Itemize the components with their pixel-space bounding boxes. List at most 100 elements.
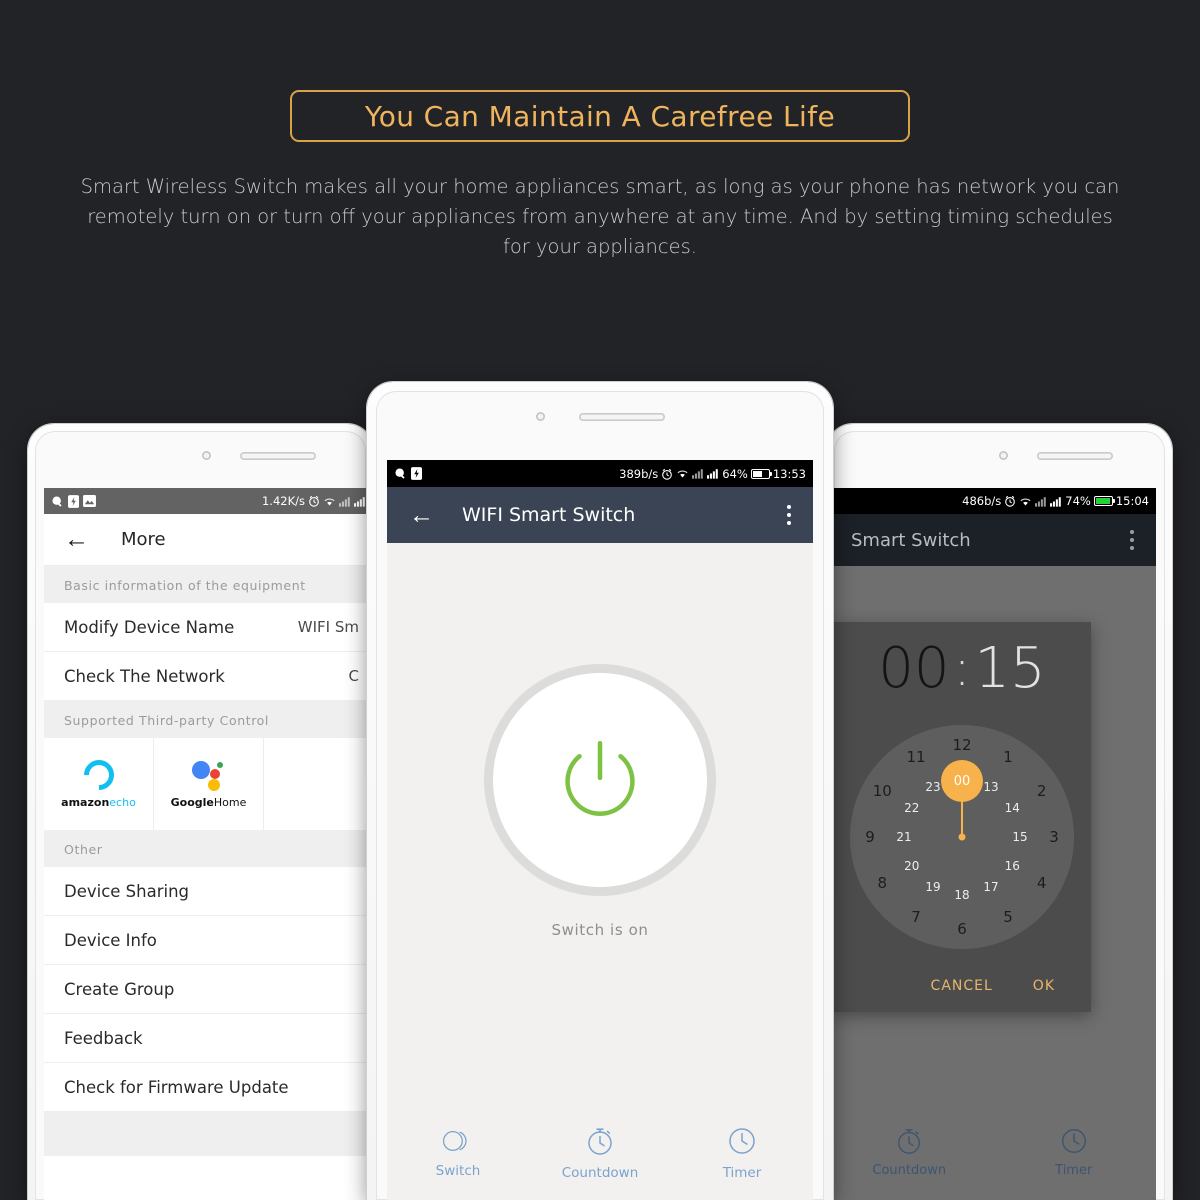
center-battery-percent: 64%: [722, 466, 748, 481]
dial-tick-outer[interactable]: 5: [1003, 908, 1013, 926]
dial-tick-inner[interactable]: 16: [1005, 859, 1020, 873]
kebab-menu-icon[interactable]: [1130, 530, 1134, 550]
signal-1-icon: [692, 469, 704, 479]
row-label: Device Info: [64, 930, 157, 950]
row-feedback[interactable]: Feedback: [44, 1014, 373, 1063]
time-picker-dial[interactable]: 00 1212345678910110013141516171819202122…: [850, 725, 1074, 949]
switch-toggle-icon: [442, 1131, 467, 1151]
dial-selected-value: 00: [941, 760, 983, 802]
dial-tick-outer[interactable]: 11: [906, 748, 925, 766]
power-button[interactable]: [493, 673, 707, 887]
dial-tick-inner[interactable]: 22: [904, 801, 919, 815]
row-modify-device-name[interactable]: Modify Device Name WIFI Sm: [44, 603, 373, 652]
back-arrow-icon[interactable]: ←: [409, 502, 434, 528]
dial-tick-outer[interactable]: 8: [878, 874, 888, 892]
left-status-bar: 1.42K/s: [44, 488, 373, 514]
time-picker-display: 00 : 15: [833, 622, 1091, 714]
clock-icon: [729, 1128, 755, 1154]
dial-tick-outer[interactable]: 4: [1037, 874, 1047, 892]
dial-tick-inner[interactable]: 18: [954, 888, 969, 902]
wifi-icon: [677, 470, 688, 478]
phone-center-top-row: [367, 412, 833, 421]
front-camera-icon: [999, 451, 1008, 460]
left-list-filler: [44, 1112, 373, 1156]
right-status-bar: 486b/s 74% 15:04: [827, 488, 1156, 514]
dial-tick-inner[interactable]: 13: [983, 780, 998, 794]
wifi-icon: [1020, 498, 1031, 505]
center-appbar-title: WIFI Smart Switch: [462, 504, 636, 526]
dial-tick-outer[interactable]: 10: [873, 782, 892, 800]
left-appbar: ← More: [44, 514, 373, 566]
dial-tick-outer[interactable]: 2: [1037, 782, 1047, 800]
headline-box: You Can Maintain A Carefree Life: [290, 90, 910, 142]
tab-label: Timer: [722, 1165, 762, 1181]
tab-timer[interactable]: Timer: [992, 1126, 1157, 1178]
image-icon: [83, 495, 96, 507]
lightning-icon: [68, 494, 79, 508]
right-tab-bar: Countdown Timer: [827, 1104, 1156, 1200]
row-check-the-network[interactable]: Check The Network C: [44, 652, 373, 701]
time-picker-minutes[interactable]: 15: [974, 636, 1045, 701]
tab-countdown[interactable]: Countdown: [827, 1126, 992, 1178]
third-party-amazon-echo[interactable]: amazonecho: [44, 738, 154, 830]
row-value: C: [348, 667, 359, 685]
dial-tick-outer[interactable]: 7: [911, 908, 921, 926]
row-label: Check for Firmware Update: [64, 1077, 289, 1097]
time-picker-hours[interactable]: 00: [878, 636, 949, 701]
row-device-info[interactable]: Device Info: [44, 916, 373, 965]
dial-tick-outer[interactable]: 9: [865, 828, 875, 846]
google-dot-yellow: [207, 778, 220, 791]
dial-tick-inner[interactable]: 15: [1012, 830, 1027, 844]
dial-tick-outer[interactable]: 12: [952, 736, 971, 754]
right-body: 00 : 15 00 12123456789101100131415161718…: [827, 566, 1156, 1200]
phone-left-screen: 1.42K/s ← More Basic information of the …: [44, 488, 373, 1200]
tab-timer[interactable]: Timer: [671, 1125, 813, 1181]
row-value: WIFI Sm: [297, 618, 359, 636]
dial-tick-inner[interactable]: 20: [904, 859, 919, 873]
earpiece-speaker: [240, 452, 316, 460]
center-clock: 13:53: [772, 466, 806, 481]
dial-tick-inner[interactable]: 23: [925, 780, 940, 794]
dial-tick-inner[interactable]: 17: [983, 880, 998, 894]
signal-1-icon: [1035, 496, 1047, 507]
tab-countdown[interactable]: Countdown: [529, 1125, 671, 1181]
kebab-menu-icon[interactable]: [787, 505, 791, 525]
battery-icon: [1093, 496, 1116, 506]
dial-tick-outer[interactable]: 3: [1049, 828, 1059, 846]
section-other: Other: [44, 830, 373, 867]
google-dot-blue: [191, 760, 210, 779]
tab-switch[interactable]: Switch: [387, 1127, 529, 1179]
dial-tick-inner[interactable]: 19: [925, 880, 940, 894]
row-create-group[interactable]: Create Group: [44, 965, 373, 1014]
row-check-firmware-update[interactable]: Check for Firmware Update: [44, 1063, 373, 1112]
third-party-google-home[interactable]: GoogleHome: [154, 738, 264, 830]
right-appbar: Smart Switch: [827, 514, 1156, 566]
time-picker-actions: CANCEL OK: [833, 960, 1091, 1012]
row-device-sharing[interactable]: Device Sharing: [44, 867, 373, 916]
right-battery-percent: 74%: [1065, 494, 1091, 508]
center-tab-bar: Switch Countdown Timer: [387, 1106, 813, 1200]
ok-button[interactable]: OK: [1033, 978, 1055, 994]
google-dot-red: [209, 768, 220, 779]
front-camera-icon: [202, 451, 211, 460]
cancel-button[interactable]: CANCEL: [931, 978, 993, 994]
amazon-echo-product: echo: [109, 795, 136, 809]
dial-tick-outer[interactable]: 6: [957, 920, 967, 938]
stopwatch-icon: [588, 1128, 612, 1155]
dial-tick-inner[interactable]: 21: [896, 830, 911, 844]
battery-icon: [750, 468, 773, 479]
row-label: Feedback: [64, 1028, 143, 1048]
back-arrow-icon[interactable]: ←: [64, 527, 89, 552]
earpiece-speaker: [1037, 452, 1113, 460]
amazon-echo-label: amazonecho: [61, 796, 136, 809]
time-picker-separator: :: [953, 639, 971, 697]
dial-tick-outer[interactable]: 1: [1003, 748, 1013, 766]
earpiece-speaker: [578, 412, 665, 421]
signal-2-icon: [354, 496, 365, 507]
signal-2-icon: [1050, 496, 1062, 507]
section-third-party: Supported Third-party Control: [44, 701, 373, 738]
signal-1-icon: [339, 496, 350, 507]
dial-tick-inner[interactable]: 14: [1005, 801, 1020, 815]
clock-icon: [1061, 1129, 1086, 1153]
left-appbar-title: More: [121, 529, 166, 550]
